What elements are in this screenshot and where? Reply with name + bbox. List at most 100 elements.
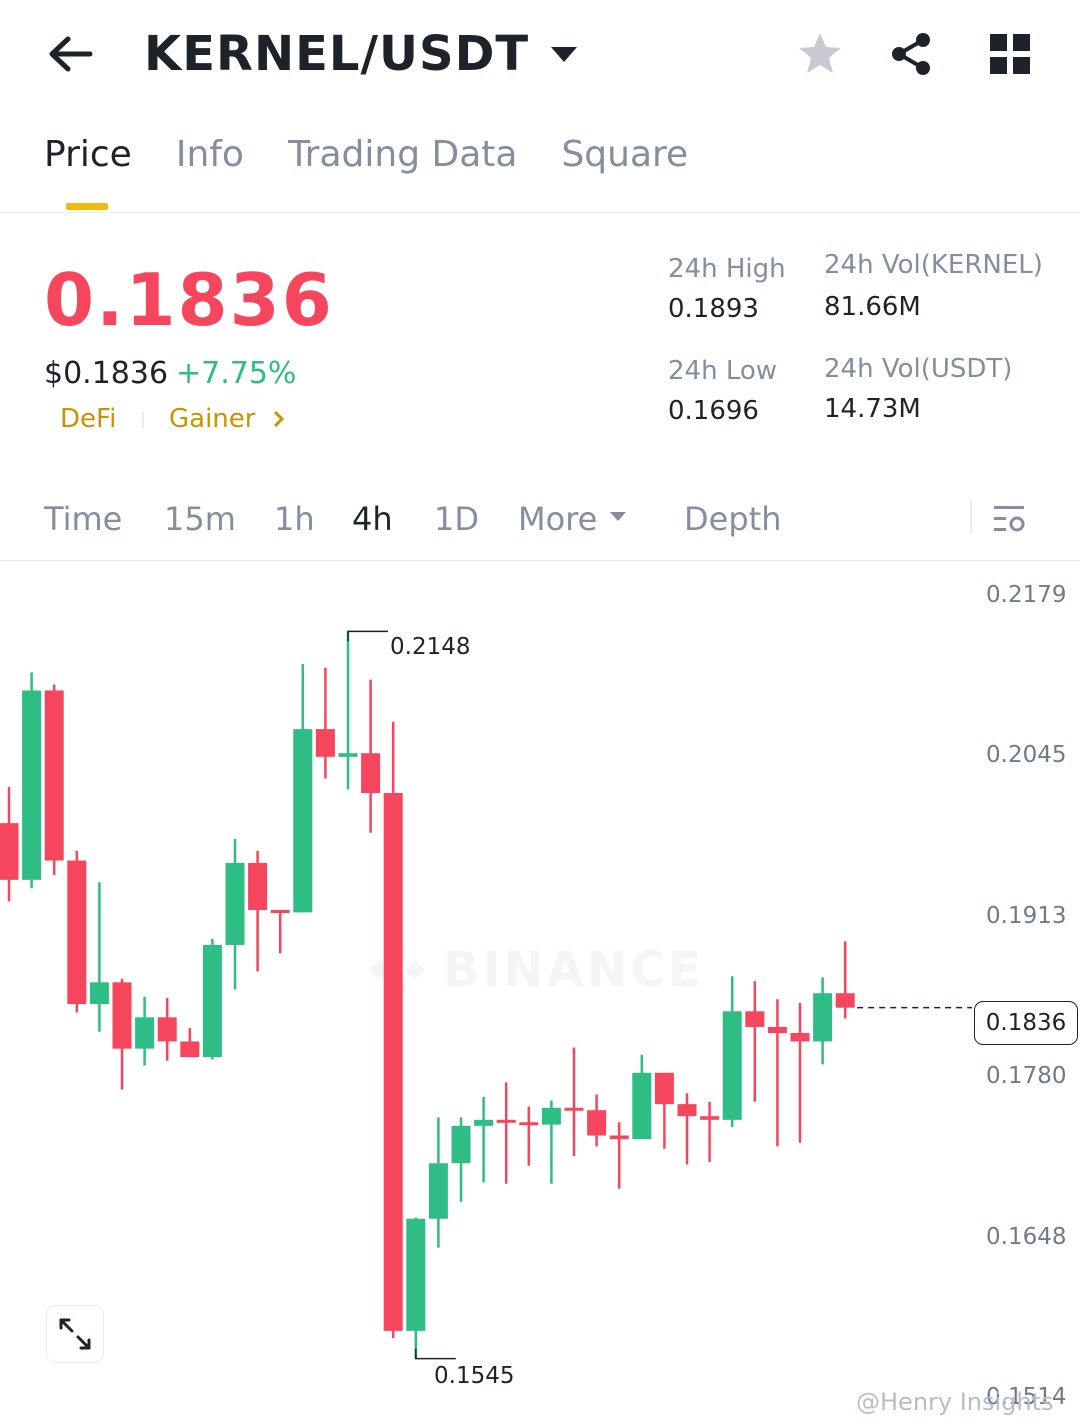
interval-separator bbox=[970, 500, 972, 534]
candle-body bbox=[225, 862, 245, 945]
candle-down bbox=[361, 679, 381, 833]
candle-body bbox=[315, 729, 335, 757]
active-tab-indicator bbox=[66, 203, 108, 210]
back-arrow-icon bbox=[49, 36, 93, 72]
share-button[interactable] bbox=[883, 26, 939, 82]
candle-down bbox=[157, 998, 177, 1061]
candle-up bbox=[722, 976, 742, 1128]
candle-body bbox=[89, 982, 109, 1005]
share-icon bbox=[892, 33, 930, 75]
vol-base-label: 24h Vol(KERNEL) bbox=[824, 250, 1043, 280]
candle-up bbox=[225, 838, 245, 990]
high-marker-label: 0.2148 bbox=[390, 634, 471, 660]
candle-up bbox=[451, 1117, 471, 1202]
interval-1d[interactable]: 1D bbox=[434, 500, 479, 538]
candle-down bbox=[700, 1101, 720, 1163]
y-tick-label: 0.2045 bbox=[986, 742, 1067, 768]
chart-settings-icon bbox=[994, 506, 1025, 532]
candle-body bbox=[632, 1072, 652, 1140]
candle-body bbox=[428, 1163, 448, 1219]
pair-selector[interactable]: KERNEL/USDT bbox=[144, 22, 578, 86]
tabs-divider bbox=[0, 212, 1080, 213]
candle-down bbox=[587, 1094, 607, 1147]
high-leader-line bbox=[347, 630, 388, 642]
candle-body bbox=[293, 729, 313, 913]
usd-price: $0.1836 bbox=[44, 356, 169, 391]
tag-gainer[interactable]: Gainer bbox=[169, 404, 255, 434]
y-tick-label: 0.1648 bbox=[986, 1224, 1067, 1250]
y-tick-label: 0.1780 bbox=[986, 1063, 1067, 1089]
candle-body bbox=[22, 690, 42, 880]
interval-1h[interactable]: 1h bbox=[274, 500, 315, 538]
tab-square[interactable]: Square bbox=[561, 134, 688, 185]
vol-quote-label: 24h Vol(USDT) bbox=[824, 354, 1013, 384]
tab-info[interactable]: Info bbox=[176, 134, 244, 185]
candle-down bbox=[564, 1047, 584, 1157]
candle-down bbox=[677, 1093, 697, 1165]
candle-body bbox=[564, 1107, 584, 1111]
candle-up bbox=[89, 882, 109, 1032]
main-tabs: Price Info Trading Data Square bbox=[44, 134, 688, 185]
interval-more[interactable]: More bbox=[518, 500, 597, 538]
favorite-button[interactable] bbox=[792, 26, 848, 82]
tag-defi[interactable]: DeFi bbox=[60, 404, 116, 434]
candle-body bbox=[700, 1116, 720, 1120]
high-value: 0.1893 bbox=[668, 294, 759, 324]
candle-up bbox=[338, 631, 358, 790]
candle-body bbox=[248, 862, 268, 910]
caret-down-icon bbox=[551, 46, 578, 62]
candle-body bbox=[270, 909, 290, 913]
fullscreen-button[interactable] bbox=[46, 1305, 104, 1363]
candle-body bbox=[361, 753, 381, 793]
interval-4h[interactable]: 4h bbox=[352, 500, 393, 538]
candle-body bbox=[609, 1135, 629, 1140]
candle-down bbox=[0, 786, 19, 902]
interval-divider bbox=[0, 560, 1080, 561]
candle-body bbox=[474, 1119, 494, 1126]
low-value: 0.1696 bbox=[668, 396, 759, 426]
chart-settings-button[interactable] bbox=[990, 500, 1030, 540]
candle-down bbox=[654, 1072, 674, 1149]
candle-down bbox=[496, 1082, 516, 1184]
candle-body bbox=[654, 1072, 674, 1105]
menu-button[interactable] bbox=[982, 26, 1038, 82]
interval-depth[interactable]: Depth bbox=[684, 500, 781, 538]
candle-body bbox=[0, 823, 19, 880]
candle-up bbox=[293, 663, 313, 913]
candle-down bbox=[248, 850, 268, 972]
chevron-right-icon[interactable] bbox=[272, 410, 286, 428]
interval-15m[interactable]: 15m bbox=[164, 500, 236, 538]
candle-up bbox=[202, 938, 222, 1060]
tab-price[interactable]: Price bbox=[44, 134, 132, 185]
pair-title: KERNEL/USDT bbox=[144, 26, 530, 82]
candle-down bbox=[745, 981, 765, 1102]
candle-body bbox=[587, 1110, 607, 1136]
candle-body bbox=[338, 753, 358, 757]
candle-down bbox=[767, 999, 787, 1147]
interval-time[interactable]: Time bbox=[44, 500, 122, 538]
candle-body bbox=[745, 1011, 765, 1027]
candle-body bbox=[767, 1026, 787, 1033]
candle-down bbox=[790, 1002, 810, 1143]
candle-up bbox=[406, 1217, 426, 1359]
low-leader-line bbox=[415, 1348, 456, 1360]
candle-down bbox=[270, 909, 290, 954]
candle-down bbox=[44, 684, 64, 876]
candle-up bbox=[22, 672, 42, 889]
vol-quote-value: 14.73M bbox=[824, 394, 921, 424]
price-change: +7.75% bbox=[176, 356, 297, 391]
candle-body bbox=[496, 1119, 516, 1123]
back-button[interactable] bbox=[40, 24, 100, 84]
candle-body bbox=[44, 690, 64, 861]
candle-body bbox=[135, 1017, 155, 1049]
low-label: 24h Low bbox=[668, 356, 778, 386]
candle-body bbox=[406, 1218, 426, 1331]
last-price: 0.1836 bbox=[44, 258, 334, 342]
candlestick-chart[interactable] bbox=[0, 562, 975, 1426]
candle-down bbox=[835, 941, 855, 1019]
expand-icon bbox=[59, 1318, 91, 1350]
candle-body bbox=[202, 944, 222, 1058]
candle-body bbox=[112, 982, 132, 1049]
tab-trading-data[interactable]: Trading Data bbox=[288, 134, 517, 185]
more-caret-icon bbox=[610, 512, 626, 521]
